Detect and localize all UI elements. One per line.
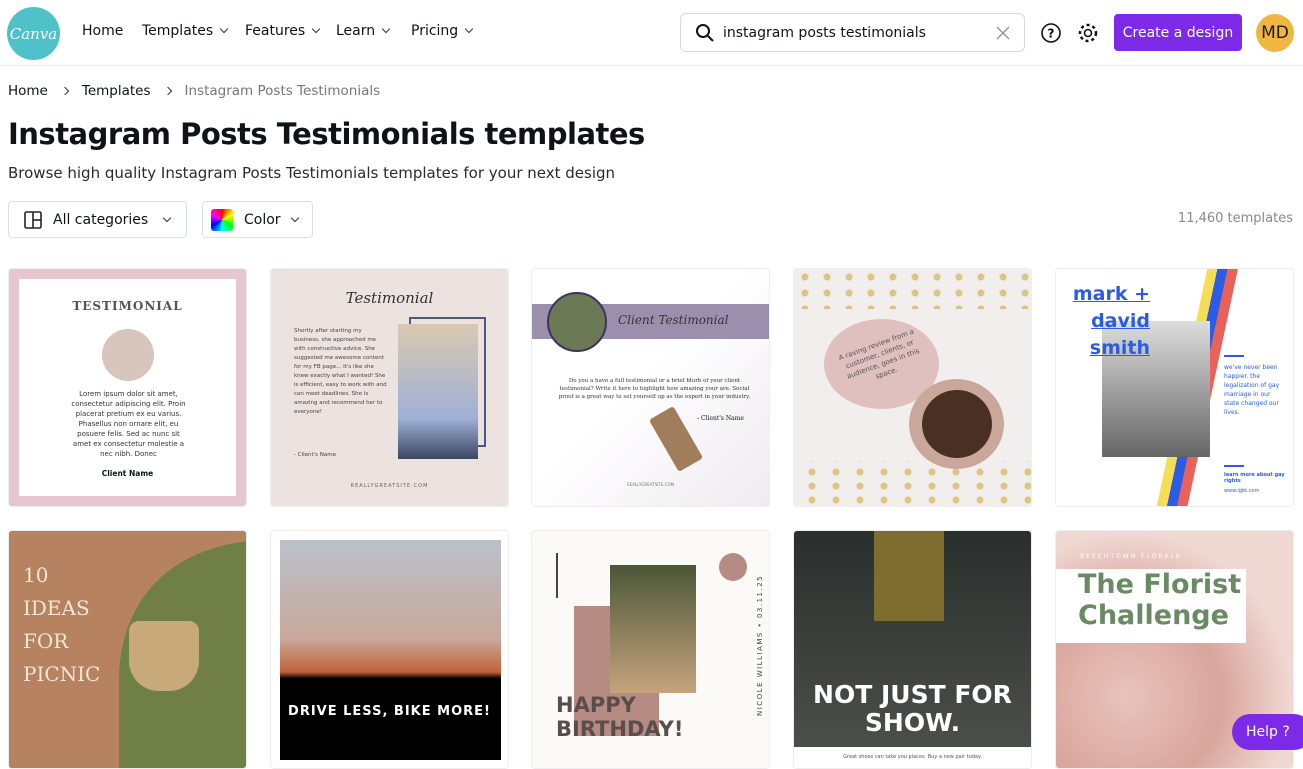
nav-label: Pricing — [411, 23, 459, 39]
categories-label: All categories — [53, 211, 149, 228]
template-card[interactable]: HAPPY BIRTHDAY! NICOLE WILLIAMS • 03.11.… — [531, 530, 770, 769]
template-card[interactable]: DRIVE LESS, BIKE MORE! — [270, 530, 509, 769]
template-side-text: NICOLE WILLIAMS • 03.11.25 — [756, 574, 764, 716]
breadcrumb-current: Instagram Posts Testimonials — [184, 83, 381, 99]
template-title: NOT JUST FOR SHOW. — [813, 680, 1012, 737]
template-kicker: BEECHTOWN FLORALS — [1080, 553, 1182, 560]
template-title: Testimonial — [345, 289, 434, 307]
chevron-right-icon — [163, 86, 172, 96]
basket-image — [129, 621, 199, 691]
create-design-button[interactable]: Create a design — [1114, 14, 1242, 51]
settings-gear-icon[interactable] — [1077, 22, 1099, 44]
template-site: www.lgbt.com — [1224, 488, 1260, 494]
nav-learn[interactable]: Learn — [336, 23, 391, 39]
avatar[interactable]: MD — [1256, 14, 1294, 52]
chevron-right-icon — [60, 86, 70, 96]
nav-label: Home — [82, 23, 124, 39]
nav-pricing[interactable]: Pricing — [411, 23, 474, 39]
layout-icon — [24, 210, 42, 229]
portrait-image — [547, 292, 607, 352]
nav-home[interactable]: Home — [82, 23, 123, 39]
help-button[interactable]: Help ? — [1232, 714, 1303, 750]
template-card[interactable]: Client Testimonial Do you a have a full … — [531, 268, 770, 507]
template-body: Lorem ipsum dolor sit amet, consectetur … — [71, 390, 186, 458]
chevron-down-icon — [464, 24, 474, 34]
chevron-down-icon — [381, 24, 391, 34]
template-name: Client Name — [101, 469, 154, 478]
template-site: REALLYGREATSITE.COM — [350, 483, 429, 489]
template-body: we've never been happier. the legalizati… — [1224, 364, 1280, 416]
template-name: - Client's Name — [697, 415, 744, 422]
clear-search-icon[interactable] — [996, 25, 1010, 40]
nav-label: Templates — [142, 23, 214, 39]
canva-logo[interactable]: Canva — [7, 7, 60, 60]
color-dropdown[interactable]: Color — [202, 201, 313, 238]
chevron-down-icon — [311, 24, 321, 34]
breadcrumb-templates[interactable]: Templates — [82, 83, 151, 99]
template-card[interactable]: NOT JUST FOR SHOW. Great shoes can take … — [793, 530, 1032, 769]
bicycles-image — [280, 540, 501, 760]
template-title: The Florist Challenge — [1078, 569, 1242, 631]
chevron-down-icon — [290, 213, 300, 222]
template-body: Do you a have a full testimonial or a br… — [558, 378, 751, 400]
template-body: Shortly after starting my business, she … — [294, 328, 387, 415]
template-title: TESTIMONIAL — [72, 299, 183, 313]
template-title: mark + david smith — [1072, 283, 1150, 359]
nav-features[interactable]: Features — [245, 23, 321, 39]
template-card[interactable]: Testimonial Shortly after starting my bu… — [270, 268, 509, 507]
color-swatch-icon — [211, 208, 233, 231]
categories-dropdown[interactable]: All categories — [8, 201, 187, 238]
bottle-image — [648, 406, 704, 472]
search-icon — [696, 23, 714, 42]
nav-label: Features — [245, 23, 306, 39]
template-name: - Client's Name — [294, 452, 337, 458]
chevron-down-icon — [219, 24, 229, 34]
portrait-image — [922, 390, 992, 458]
help-icon[interactable]: ? — [1040, 22, 1062, 44]
template-site: REALLYGREATSITE.COM — [627, 482, 675, 487]
template-card[interactable]: TESTIMONIAL Lorem ipsum dolor sit amet, … — [8, 268, 247, 507]
chevron-down-icon — [162, 213, 172, 222]
nav-templates[interactable]: Templates — [142, 23, 229, 39]
breadcrumb: Home Templates Instagram Posts Testimoni… — [8, 83, 380, 99]
template-card[interactable]: A raving review from a customer, clients… — [793, 268, 1032, 507]
nav-label: Learn — [336, 23, 376, 39]
page-title: Instagram Posts Testimonials templates — [8, 117, 645, 151]
svg-text:?: ? — [1048, 27, 1055, 41]
template-body: Great shoes can take you places. Buy a n… — [843, 754, 982, 760]
template-link: learn more about gay rights — [1224, 472, 1285, 484]
template-count: 11,460 templates — [1177, 211, 1293, 226]
template-title: 10 IDEAS FOR PICNIC — [23, 563, 101, 686]
portrait-image — [398, 324, 478, 459]
template-title: Client Testimonial — [618, 313, 729, 327]
top-nav: Canva Home Templates Features Learn Pric… — [0, 0, 1303, 66]
portrait-image — [102, 329, 154, 381]
template-title: HAPPY BIRTHDAY! — [556, 693, 684, 741]
template-card[interactable]: 10 IDEAS FOR PICNIC — [8, 530, 247, 769]
template-title: DRIVE LESS, BIKE MORE! — [288, 704, 491, 719]
template-card[interactable]: mark + david smith we've never been happ… — [1055, 268, 1294, 507]
breadcrumb-home[interactable]: Home — [8, 83, 48, 99]
portrait-image — [610, 565, 696, 693]
search-box — [680, 13, 1025, 52]
color-label: Color — [244, 211, 281, 228]
search-input[interactable] — [723, 24, 983, 41]
page-subtitle: Browse high quality Instagram Posts Test… — [8, 164, 616, 182]
